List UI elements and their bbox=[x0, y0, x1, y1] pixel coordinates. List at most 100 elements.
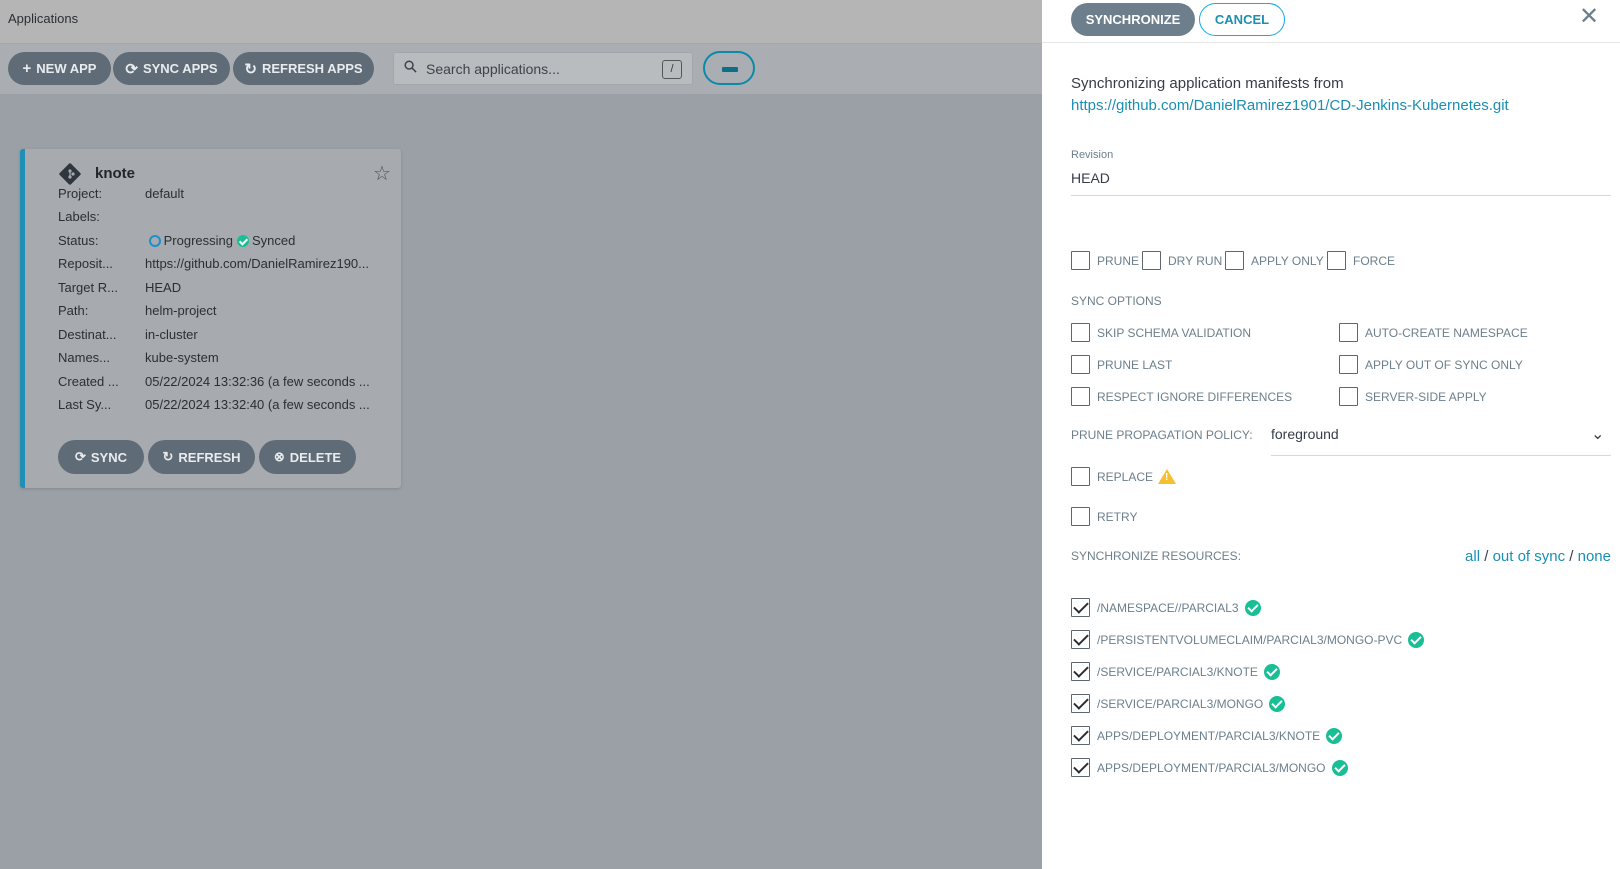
auto-create-namespace-checkbox[interactable]: AUTO-CREATE NAMESPACE bbox=[1339, 323, 1528, 342]
status-row: Status: Progressing Synced bbox=[58, 233, 295, 248]
checkbox-box[interactable] bbox=[1339, 387, 1358, 406]
app-name[interactable]: knote bbox=[95, 165, 135, 182]
resource-item[interactable]: APPS/DEPLOYMENT/PARCIAL3/KNOTE bbox=[1071, 726, 1343, 745]
new-app-label: NEW APP bbox=[36, 61, 97, 76]
checkbox-box[interactable] bbox=[1339, 355, 1358, 374]
respect-ignore-checkbox[interactable]: RESPECT IGNORE DIFFERENCES bbox=[1071, 387, 1292, 406]
apply-only-label: APPLY ONLY bbox=[1251, 253, 1324, 268]
resource-item[interactable]: APPS/DEPLOYMENT/PARCIAL3/MONGO bbox=[1071, 758, 1348, 777]
card-sync-button[interactable]: ⟳ SYNC bbox=[58, 440, 144, 474]
resource-item[interactable]: /SERVICE/PARCIAL3/KNOTE bbox=[1071, 662, 1280, 681]
checkbox-box[interactable] bbox=[1071, 355, 1090, 374]
checkbox-box[interactable] bbox=[1071, 467, 1090, 486]
synchronize-button[interactable]: SYNCHRONIZE bbox=[1071, 3, 1195, 36]
last-sync-value: 05/22/2024 13:32:40 (a few seconds ... bbox=[145, 397, 370, 412]
checkbox-box[interactable] bbox=[1071, 662, 1090, 681]
resource-item[interactable]: /NAMESPACE//PARCIAL3 bbox=[1071, 598, 1261, 617]
card-refresh-label: REFRESH bbox=[178, 449, 241, 465]
retry-checkbox[interactable]: RETRY bbox=[1071, 507, 1137, 526]
card-refresh-button[interactable]: ↻ REFRESH bbox=[148, 440, 255, 474]
dry-run-checkbox[interactable]: DRY RUN bbox=[1142, 251, 1222, 270]
cancel-button[interactable]: CANCEL bbox=[1199, 3, 1285, 36]
auto-create-namespace-label: AUTO-CREATE NAMESPACE bbox=[1365, 325, 1528, 340]
skip-schema-checkbox[interactable]: SKIP SCHEMA VALIDATION bbox=[1071, 323, 1251, 342]
resource-item[interactable]: /PERSISTENTVOLUMECLAIM/PARCIAL3/MONGO-PV… bbox=[1071, 630, 1425, 649]
apply-only-checkbox[interactable]: APPLY ONLY bbox=[1225, 251, 1324, 270]
status-label: Status: bbox=[58, 233, 99, 248]
git-icon bbox=[59, 163, 81, 185]
sync-panel: SYNCHRONIZE CANCEL ✕ Synchronizing appli… bbox=[1042, 0, 1620, 869]
apply-out-of-sync-checkbox[interactable]: APPLY OUT OF SYNC ONLY bbox=[1339, 355, 1523, 374]
repo-row: Reposit... https://github.com/DanielRamir… bbox=[58, 256, 369, 271]
revision-input[interactable]: HEAD bbox=[1071, 170, 1110, 186]
synced-icon bbox=[237, 235, 249, 247]
revision-label: Revision bbox=[1071, 149, 1114, 161]
repo-value: https://github.com/DanielRamirez190... bbox=[145, 256, 369, 271]
replace-checkbox[interactable]: REPLACE! bbox=[1071, 467, 1177, 486]
checkbox-box[interactable] bbox=[1071, 694, 1090, 713]
new-app-button[interactable]: + NEW APP bbox=[8, 52, 111, 85]
resource-selection-links: all / out of sync / none bbox=[1465, 548, 1611, 565]
prune-policy-label: PRUNE PROPAGATION POLICY: bbox=[1071, 428, 1253, 442]
search-placeholder: Search applications... bbox=[426, 61, 560, 77]
synchronize-resources-title: SYNCHRONIZE RESOURCES: bbox=[1071, 549, 1242, 563]
separator: / bbox=[1569, 548, 1574, 565]
checkbox-box[interactable] bbox=[1327, 251, 1346, 270]
synced-icon bbox=[1408, 631, 1425, 648]
checkbox-box[interactable] bbox=[1071, 323, 1090, 342]
card-delete-label: DELETE bbox=[289, 449, 342, 465]
plus-icon: + bbox=[22, 60, 32, 77]
search-icon bbox=[404, 60, 417, 73]
delete-icon: ⊗ bbox=[273, 449, 285, 464]
resource-label: APPS/DEPLOYMENT/PARCIAL3/MONGO bbox=[1097, 760, 1326, 775]
revision-underline bbox=[1071, 195, 1611, 196]
resource-item[interactable]: /SERVICE/PARCIAL3/MONGO bbox=[1071, 694, 1286, 713]
destination-label: Destinat... bbox=[58, 327, 117, 342]
namespace-value: kube-system bbox=[145, 350, 219, 365]
refresh-apps-button[interactable]: ↻ REFRESH APPS bbox=[233, 52, 374, 85]
sync-apps-button[interactable]: ⟳ SYNC APPS bbox=[113, 52, 230, 85]
path-value: helm-project bbox=[145, 303, 217, 318]
target-value: HEAD bbox=[145, 280, 182, 295]
checkbox-box[interactable] bbox=[1071, 758, 1090, 777]
project-label: Project: bbox=[58, 186, 103, 201]
target-row: Target R... HEAD bbox=[58, 280, 181, 295]
prune-last-checkbox[interactable]: PRUNE LAST bbox=[1071, 355, 1172, 374]
checkbox-box[interactable] bbox=[1339, 323, 1358, 342]
checkbox-box[interactable] bbox=[1142, 251, 1161, 270]
select-none-link[interactable]: none bbox=[1578, 548, 1611, 565]
checkbox-box[interactable] bbox=[1071, 251, 1090, 270]
prune-last-label: PRUNE LAST bbox=[1097, 357, 1173, 372]
select-out-of-sync-link[interactable]: out of sync bbox=[1493, 548, 1566, 565]
apply-out-of-sync-label: APPLY OUT OF SYNC ONLY bbox=[1365, 357, 1523, 372]
star-icon[interactable]: ☆ bbox=[373, 161, 391, 186]
target-label: Target R... bbox=[58, 280, 118, 295]
resource-label: /SERVICE/PARCIAL3/KNOTE bbox=[1097, 664, 1258, 679]
list-view-icon bbox=[722, 67, 738, 72]
repo-url-link[interactable]: https://github.com/DanielRamirez1901/CD-… bbox=[1071, 97, 1509, 114]
select-all-link[interactable]: all bbox=[1465, 548, 1480, 565]
force-checkbox[interactable]: FORCE bbox=[1327, 251, 1395, 270]
checkbox-box[interactable] bbox=[1071, 630, 1090, 649]
separator: / bbox=[1484, 548, 1489, 565]
checkbox-box[interactable] bbox=[1225, 251, 1244, 270]
chevron-down-icon[interactable]: ⌄ bbox=[1591, 424, 1604, 444]
search-input[interactable]: Search applications... / bbox=[393, 52, 693, 85]
last-sync-row: Last Sy... 05/22/2024 13:32:40 (a few sec… bbox=[58, 397, 370, 412]
close-icon[interactable]: ✕ bbox=[1579, 5, 1599, 29]
path-label: Path: bbox=[58, 303, 89, 318]
synced-icon bbox=[1263, 663, 1280, 680]
view-toggle-button[interactable] bbox=[703, 51, 755, 85]
checkbox-box[interactable] bbox=[1071, 598, 1090, 617]
application-card[interactable]: knote ☆ Project: default Labels: Status: … bbox=[20, 149, 401, 488]
prune-policy-select[interactable]: foreground bbox=[1271, 426, 1339, 442]
checkbox-box[interactable] bbox=[1071, 726, 1090, 745]
checkbox-box[interactable] bbox=[1071, 387, 1090, 406]
last-sync-label: Last Sy... bbox=[58, 397, 112, 412]
path-row: Path: helm-project bbox=[58, 303, 217, 318]
card-sync-label: SYNC bbox=[90, 449, 128, 465]
prune-checkbox[interactable]: PRUNE bbox=[1071, 251, 1139, 270]
server-side-apply-checkbox[interactable]: SERVER-SIDE APPLY bbox=[1339, 387, 1487, 406]
checkbox-box[interactable] bbox=[1071, 507, 1090, 526]
card-delete-button[interactable]: ⊗ DELETE bbox=[259, 440, 356, 474]
